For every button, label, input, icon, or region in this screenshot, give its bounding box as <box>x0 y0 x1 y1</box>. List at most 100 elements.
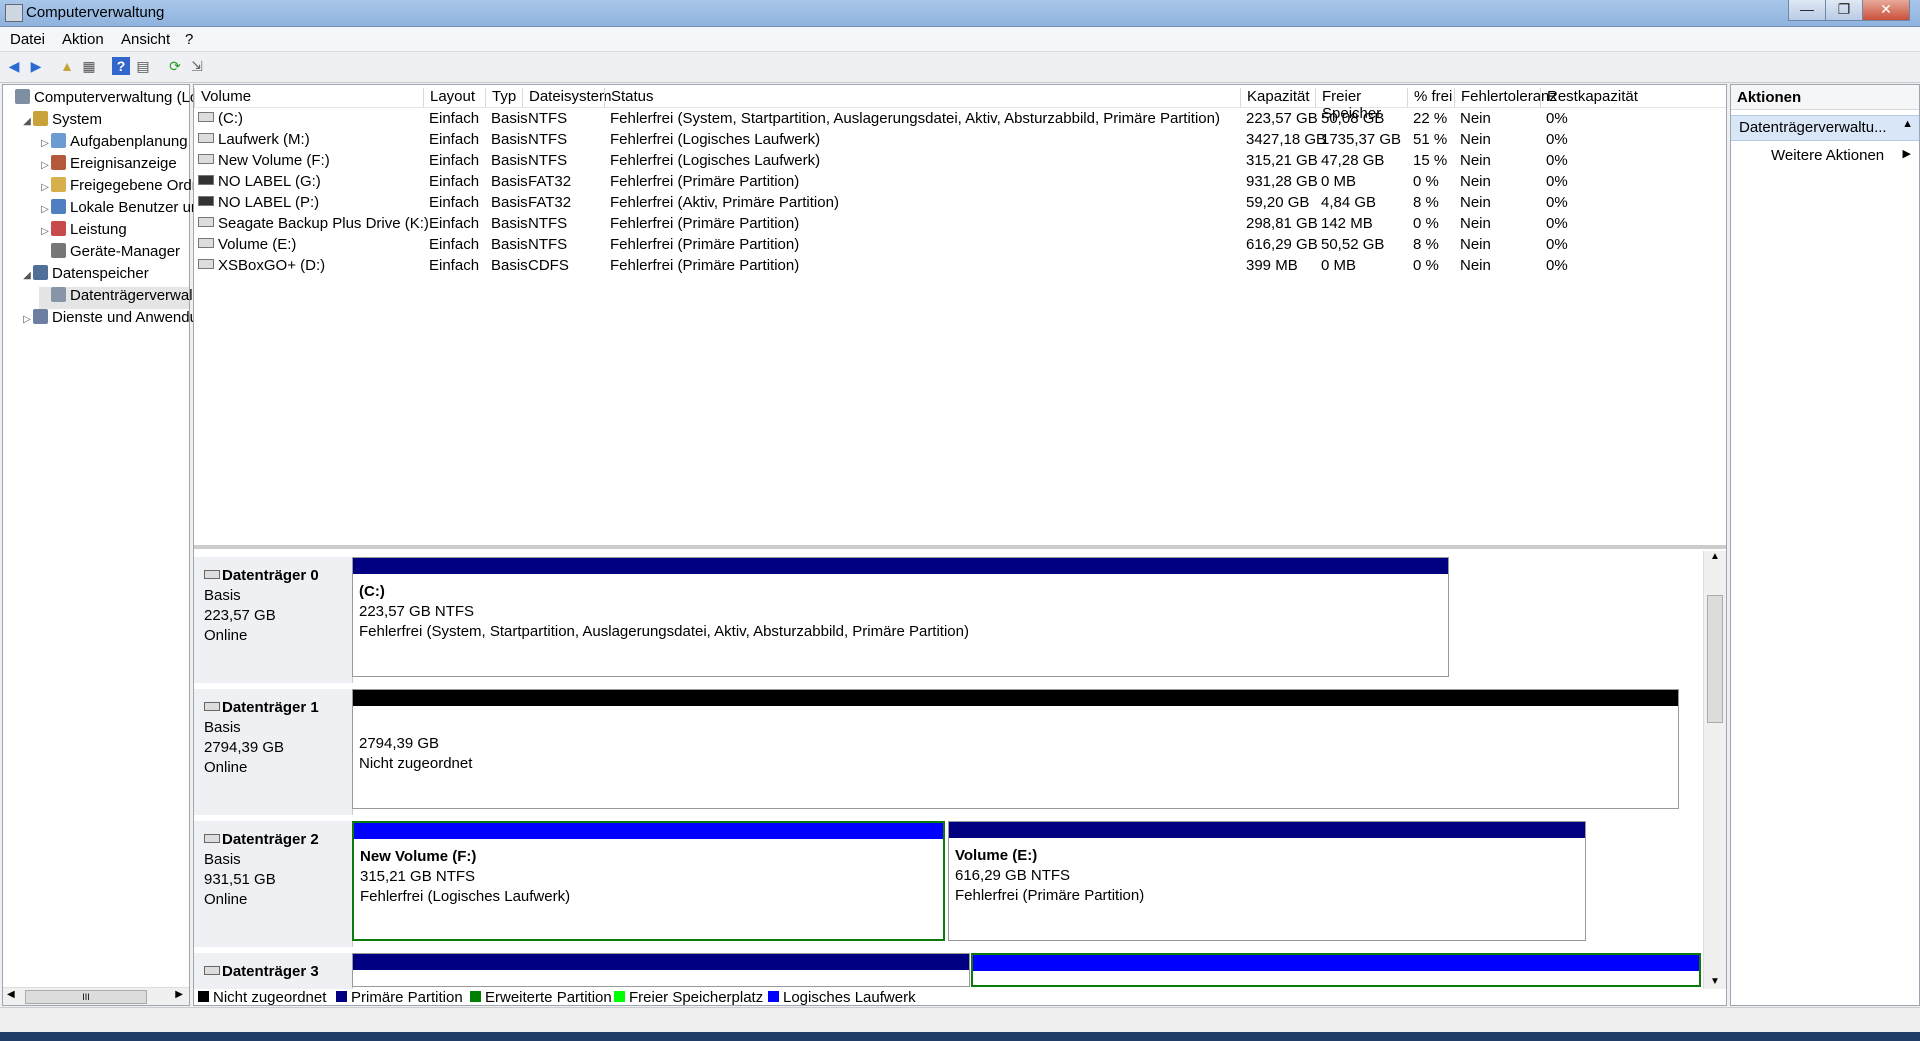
partition-block[interactable]: New Volume (F:) 315,21 GB NTFS Fehlerfrei … <box>352 821 945 941</box>
volume-name: NO LABEL (G:) <box>218 173 321 190</box>
disk-name: Datenträger 3 <box>222 963 319 980</box>
menu-aktion[interactable]: Aktion <box>62 31 104 48</box>
tree-item[interactable]: ▷ Lokale Benutzer un <box>39 199 199 221</box>
disk-row: Datenträger 1 Basis 2794,39 GB Online 2794,3… <box>194 689 1701 815</box>
tree-item[interactable]: ▷ Dienste und Anwendu <box>21 309 198 331</box>
tree-node-icon <box>15 89 30 104</box>
status-bar <box>0 1007 1920 1032</box>
table-cell: Einfach <box>429 215 480 232</box>
forward-icon[interactable]: ▶ <box>27 57 45 75</box>
tree-item[interactable]: ◢ System <box>21 111 189 133</box>
minimize-button[interactable]: — <box>1788 0 1826 21</box>
tree-item[interactable]: ▷ Ereignisanzeige <box>39 155 189 177</box>
table-row[interactable]: Seagate Backup Plus Drive (K:) Einfach Bas… <box>194 213 1726 234</box>
menu-datei[interactable]: Datei <box>10 31 45 48</box>
table-cell: NTFS <box>528 110 568 127</box>
partition-block[interactable] <box>352 953 970 987</box>
column-header[interactable]: Volume <box>194 88 423 107</box>
column-header[interactable]: Freier Speicher <box>1315 88 1407 122</box>
table-cell: Nein <box>1460 257 1491 274</box>
table-cell: 8 % <box>1413 194 1439 211</box>
hard-disk-icon <box>204 570 220 579</box>
column-header[interactable]: Kapazität <box>1240 88 1315 107</box>
refresh-icon[interactable]: ⟳ <box>166 57 184 75</box>
column-header[interactable]: Status <box>604 88 1240 107</box>
menu-ansicht[interactable]: Ansicht <box>121 31 170 48</box>
table-cell: NTFS <box>528 131 568 148</box>
table-row[interactable]: Volume (E:) Einfach Basis NTFS Fehlerfrei (P… <box>194 234 1726 255</box>
legend-item: Erweiterte Partition <box>470 989 612 1006</box>
up-folder-icon[interactable]: ▲ <box>58 57 76 75</box>
tree-item[interactable]: Datenträgerverwal <box>39 287 193 309</box>
tree-node-icon <box>51 177 66 192</box>
column-header[interactable]: Fehlertoleranz <box>1454 88 1557 107</box>
tree-item[interactable]: ▷ Freigegebene Ordn <box>39 177 200 199</box>
scroll-up-icon[interactable]: ▲ <box>1710 551 1720 562</box>
column-header[interactable]: Restkapazität <box>1540 88 1640 107</box>
tree-node-icon <box>51 155 66 170</box>
partition-block[interactable]: (C:) 223,57 GB NTFS Fehlerfrei (System, St… <box>352 557 1449 677</box>
collapse-icon[interactable]: ▲ <box>1902 118 1913 130</box>
actions-header-label: Aktionen <box>1737 89 1802 106</box>
tree-item-label: Leistung <box>70 221 127 238</box>
more-actions-item[interactable]: Weitere Aktionen ▶ <box>1731 145 1919 167</box>
partition-block[interactable]: Volume (E:) 616,29 GB NTFS Fehlerfrei (Pri… <box>948 821 1586 941</box>
close-button[interactable]: ✕ <box>1862 0 1910 21</box>
tree-item[interactable]: ◢ Datenspeicher <box>21 265 189 287</box>
scroll-right-icon[interactable]: ▶ <box>175 989 183 1000</box>
tree-expander-icon[interactable]: ▷ <box>39 182 51 193</box>
table-row[interactable]: NO LABEL (G:) Einfach Basis FAT32 Fehlerfrei… <box>194 171 1726 192</box>
tree-horizontal-scrollbar[interactable]: ◀ III ▶ <box>3 987 189 1005</box>
column-header[interactable]: Layout <box>423 88 485 107</box>
partition-block[interactable]: 2794,39 GB Nicht zugeordnet <box>352 689 1679 809</box>
disk-vertical-scrollbar[interactable]: ▲ ▼ <box>1703 551 1726 989</box>
disk-info-panel[interactable]: Datenträger 0 Basis 223,57 GB Online <box>194 557 353 683</box>
maximize-button[interactable]: ❐ <box>1825 0 1863 21</box>
export-icon[interactable]: ⇲ <box>188 57 206 75</box>
table-cell: Fehlerfrei (Primäre Partition) <box>610 173 800 190</box>
tree-expander-icon[interactable]: ▷ <box>21 314 33 325</box>
table-cell: Basis <box>491 131 528 148</box>
table-cell: Basis <box>491 215 528 232</box>
column-header[interactable]: Dateisystem <box>522 88 612 107</box>
scroll-thumb[interactable]: III <box>25 990 147 1004</box>
partition-block[interactable] <box>971 953 1701 987</box>
disk-info-panel[interactable]: Datenträger 2 Basis 931,51 GB Online <box>194 821 353 947</box>
tree-expander-icon[interactable]: ▷ <box>39 160 51 171</box>
table-row[interactable]: XSBoxGO+ (D:) Einfach Basis CDFS Fehlerfrei … <box>194 255 1726 276</box>
table-row[interactable]: (C:) Einfach Basis NTFS Fehlerfrei (System, … <box>194 108 1726 129</box>
table-row[interactable]: NO LABEL (P:) Einfach Basis FAT32 Fehlerfrei… <box>194 192 1726 213</box>
console-tree-icon[interactable]: ▦ <box>80 57 98 75</box>
scroll-left-icon[interactable]: ◀ <box>7 989 15 1000</box>
tree-expander-icon[interactable]: ◢ <box>21 116 33 127</box>
tree-item[interactable]: Geräte-Manager <box>39 243 189 265</box>
tree-item[interactable]: Computerverwaltung (Lo <box>3 89 198 111</box>
back-icon[interactable]: ◀ <box>5 57 23 75</box>
table-cell: 616,29 GB <box>1246 236 1318 253</box>
tree-expander-icon[interactable]: ▷ <box>39 138 51 149</box>
menu-help[interactable]: ? <box>185 31 193 48</box>
table-cell: 223,57 GB <box>1246 110 1318 127</box>
partition-title: Volume (E:) <box>955 847 1038 864</box>
disk-info-panel[interactable]: Datenträger 1 Basis 2794,39 GB Online <box>194 689 353 815</box>
scroll-thumb-vertical[interactable] <box>1707 595 1723 723</box>
column-header[interactable]: Typ <box>485 88 522 107</box>
disk-state: Online <box>204 627 248 644</box>
scroll-down-icon[interactable]: ▼ <box>1710 976 1720 987</box>
actions-section-disk-management[interactable]: Datenträgerverwaltu... ▲ <box>1731 115 1919 141</box>
table-row[interactable]: Laufwerk (M:) Einfach Basis NTFS Fehlerfrei … <box>194 129 1726 150</box>
tree-expander-icon[interactable]: ◢ <box>21 270 33 281</box>
pane-splitter[interactable] <box>194 545 1726 549</box>
tree-expander-icon[interactable]: ▷ <box>39 226 51 237</box>
tree-item[interactable]: ▷ Aufgabenplanung <box>39 133 189 155</box>
tree-expander-icon[interactable]: ▷ <box>39 204 51 215</box>
table-row[interactable]: New Volume (F:) Einfach Basis NTFS Fehlerfre… <box>194 150 1726 171</box>
properties-icon[interactable]: ▤ <box>134 57 152 75</box>
volume-name: Seagate Backup Plus Drive (K:) <box>218 215 429 232</box>
column-header[interactable]: % frei <box>1407 88 1454 107</box>
disk-info-panel[interactable]: Datenträger 3 <box>194 953 353 989</box>
hard-disk-icon <box>204 966 220 975</box>
tree-item[interactable]: ▷ Leistung <box>39 221 189 243</box>
legend-label: Logisches Laufwerk <box>783 989 916 1006</box>
help-icon[interactable]: ? <box>112 57 130 75</box>
